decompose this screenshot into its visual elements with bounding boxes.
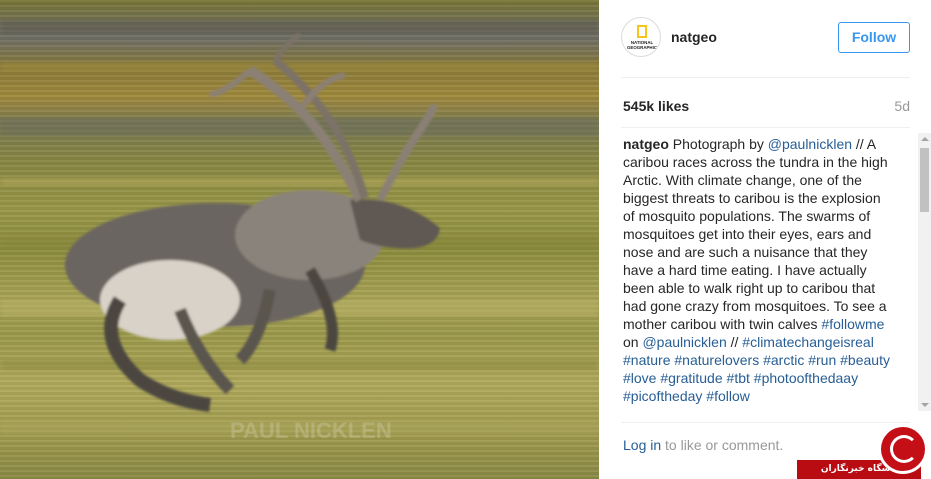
comment-prompt-text: to like or comment.	[661, 437, 784, 453]
caption-text: on	[623, 334, 643, 350]
comment-prompt: Log in to like or comment.	[623, 437, 783, 453]
caption-scrollbar[interactable]	[918, 133, 931, 411]
scroll-up-icon[interactable]	[921, 137, 929, 141]
caption-text: //	[726, 334, 743, 350]
caption-text: // A caribou races across the tundra in …	[623, 136, 888, 332]
hashtag-link[interactable]: #arctic	[763, 352, 804, 368]
caption: natgeo Photograph by @paulnicklen // A c…	[623, 135, 895, 405]
caribou-photo-illustration: PAUL NICKLEN	[0, 20, 599, 443]
hashtag-link[interactable]: #photoofthedaay	[754, 370, 858, 386]
likes-count[interactable]: 545k likes	[623, 98, 689, 114]
photo-watermark: PAUL NICKLEN	[230, 418, 392, 443]
hashtag-link[interactable]: #gratitude	[660, 370, 722, 386]
mention-link[interactable]: @paulnicklen	[642, 334, 726, 350]
natgeo-logo-icon	[637, 25, 647, 38]
post-age[interactable]: 5d	[894, 98, 910, 114]
avatar-brand-text: NATIONAL GEOGRAPHIC	[626, 40, 657, 50]
comment-divider	[621, 422, 910, 423]
hashtag-link[interactable]: #follow	[706, 388, 750, 404]
scrollbar-thumb[interactable]	[920, 148, 929, 212]
login-link[interactable]: Log in	[623, 437, 661, 453]
watermark-logo-icon	[878, 424, 928, 474]
hashtag-link[interactable]: #run	[808, 352, 836, 368]
post-photo[interactable]: PAUL NICKLEN	[0, 0, 599, 479]
watermark-glyph-icon	[890, 435, 918, 463]
header-divider	[621, 77, 910, 78]
post-sidebar: NATIONAL GEOGRAPHIC natgeo Follow 545k l…	[599, 0, 931, 479]
post-header: NATIONAL GEOGRAPHIC natgeo Follow	[621, 17, 910, 59]
likes-divider	[621, 127, 910, 128]
hashtag-link[interactable]: #naturelovers	[674, 352, 759, 368]
follow-button[interactable]: Follow	[838, 22, 910, 53]
caption-text: Photograph by	[668, 136, 768, 152]
hashtag-link[interactable]: #love	[623, 370, 656, 386]
scroll-down-icon[interactable]	[921, 403, 929, 407]
hashtag-link[interactable]: #nature	[623, 352, 670, 368]
avatar[interactable]: NATIONAL GEOGRAPHIC	[621, 17, 661, 57]
hashtag-link[interactable]: #tbt	[727, 370, 750, 386]
caption-username[interactable]: natgeo	[623, 136, 669, 152]
caption-scroll-area[interactable]: natgeo Photograph by @paulnicklen // A c…	[623, 135, 895, 412]
mention-link[interactable]: @paulnicklen	[768, 136, 852, 152]
hashtag-link[interactable]: #followme	[821, 316, 884, 332]
hashtag-link[interactable]: #climatechangeisreal	[742, 334, 874, 350]
hashtag-link[interactable]: #beauty	[840, 352, 890, 368]
hashtag-link[interactable]: #picoftheday	[623, 388, 702, 404]
username-link[interactable]: natgeo	[671, 29, 717, 45]
